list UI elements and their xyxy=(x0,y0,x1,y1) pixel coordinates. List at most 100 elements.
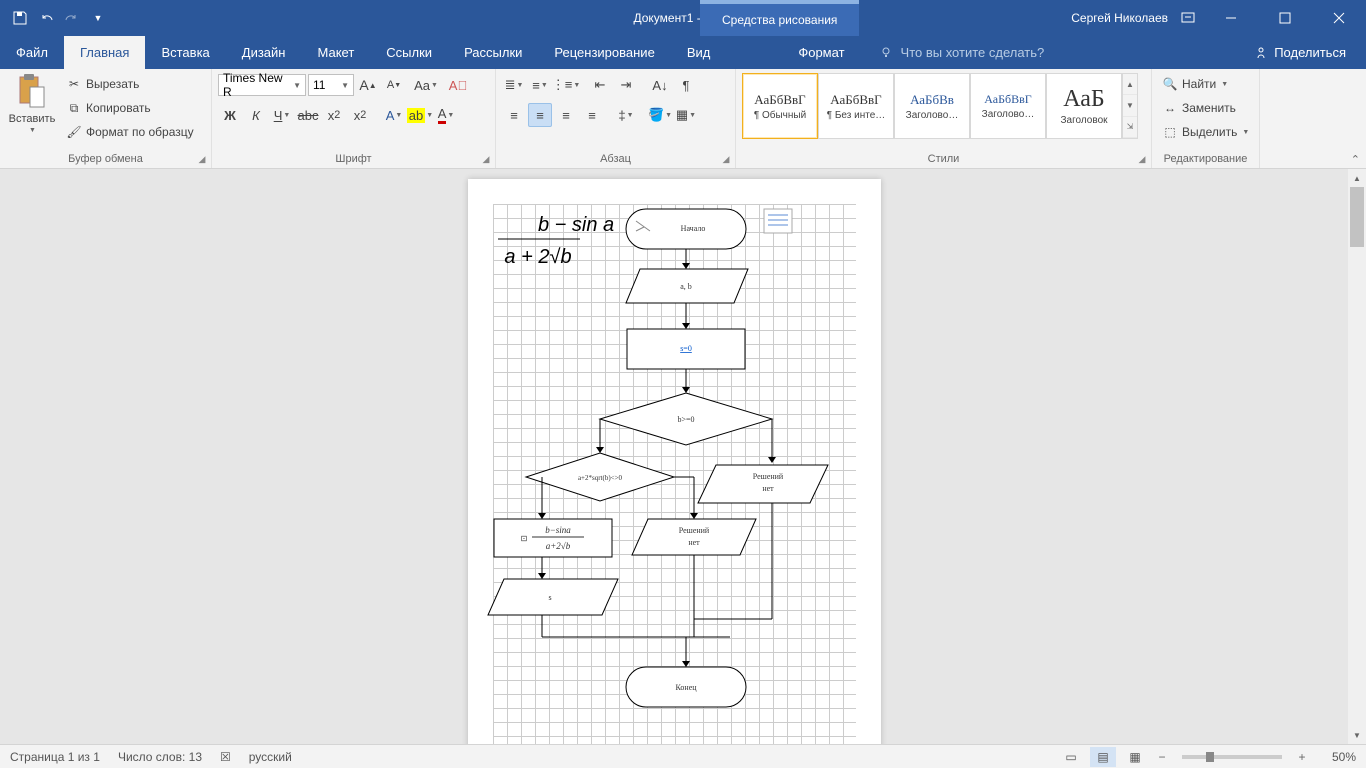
page[interactable]: b − sin a a + 2√b Начало a, b s= xyxy=(468,179,881,744)
select-button[interactable]: ⬚Выделить▼ xyxy=(1158,121,1253,143)
shape-start[interactable]: Начало xyxy=(626,209,746,249)
style-heading1[interactable]: АаБбВвЗаголово… xyxy=(894,73,970,139)
border-button[interactable]: ▦▼ xyxy=(674,103,698,127)
status-words[interactable]: Число слов: 13 xyxy=(118,750,202,764)
tab-mailings[interactable]: Рассылки xyxy=(448,36,538,69)
tab-file[interactable]: Файл xyxy=(0,36,64,69)
tab-references[interactable]: Ссылки xyxy=(370,36,448,69)
zoom-thumb[interactable] xyxy=(1206,752,1214,762)
zoom-out-button[interactable]: − xyxy=(1154,749,1170,765)
underline-button[interactable]: Ч▼ xyxy=(270,103,294,127)
tab-layout[interactable]: Макет xyxy=(301,36,370,69)
vertical-scrollbar[interactable]: ▲ ▼ xyxy=(1348,169,1366,744)
tab-design[interactable]: Дизайн xyxy=(226,36,302,69)
grow-font-button[interactable]: A▲ xyxy=(356,73,380,97)
styles-scroll[interactable]: ▲▼⇲ xyxy=(1122,73,1138,139)
subscript-button[interactable]: x2 xyxy=(322,103,346,127)
italic-button[interactable]: К xyxy=(244,103,268,127)
zoom-in-button[interactable]: + xyxy=(1294,749,1310,765)
show-marks-button[interactable]: ¶ xyxy=(674,73,698,97)
qa-customize-icon[interactable]: ▼ xyxy=(86,6,110,30)
bold-button[interactable]: Ж xyxy=(218,103,242,127)
minimize-button[interactable] xyxy=(1208,0,1254,36)
change-case-button[interactable]: Aa▼ xyxy=(414,73,438,97)
status-proofing-icon[interactable]: ☒ xyxy=(220,750,231,764)
save-icon[interactable] xyxy=(8,6,32,30)
tab-review[interactable]: Рецензирование xyxy=(538,36,670,69)
style-normal[interactable]: АаБбВвГ¶ Обычный xyxy=(742,73,818,139)
scroll-up-button[interactable]: ▲ xyxy=(1348,169,1366,187)
layout-options-icon[interactable] xyxy=(764,209,792,233)
sort-button[interactable]: A↓ xyxy=(648,73,672,97)
clipboard-group-label: Буфер обмена xyxy=(6,150,205,168)
text-effects-button[interactable]: A▼ xyxy=(382,103,406,127)
tab-insert[interactable]: Вставка xyxy=(145,36,225,69)
scroll-down-button[interactable]: ▼ xyxy=(1348,726,1366,744)
print-layout-button[interactable]: ▤ xyxy=(1090,747,1116,767)
tab-format[interactable]: Формат xyxy=(782,36,860,69)
align-center-button[interactable]: ≡ xyxy=(528,103,552,127)
close-button[interactable] xyxy=(1316,0,1362,36)
shape-assign[interactable]: s=0 xyxy=(627,329,745,369)
highlight-button[interactable]: ab▼ xyxy=(408,103,432,127)
bullet-list-button[interactable]: ≣▼ xyxy=(502,73,526,97)
user-name[interactable]: Сергей Николаев xyxy=(1071,11,1168,25)
share-button[interactable]: Поделиться xyxy=(1234,36,1366,69)
shape-no-solution-1[interactable]: Решений нет xyxy=(698,465,828,503)
status-page[interactable]: Страница 1 из 1 xyxy=(10,750,100,764)
style-title[interactable]: АаБЗаголовок xyxy=(1046,73,1122,139)
shape-end[interactable]: Конец xyxy=(626,667,746,707)
line-spacing-button[interactable]: ‡▼ xyxy=(614,103,638,127)
font-dialog-launcher[interactable]: ◢ xyxy=(479,152,493,166)
superscript-button[interactable]: x2 xyxy=(348,103,372,127)
font-name-combo[interactable]: Times New R▼ xyxy=(218,74,306,96)
number-list-button[interactable]: ≡▼ xyxy=(528,73,552,97)
clear-format-button[interactable]: A⃠ xyxy=(446,73,470,97)
undo-icon[interactable] xyxy=(34,6,58,30)
copy-button[interactable]: ⧉Копировать xyxy=(62,97,198,119)
font-color-button[interactable]: A▼ xyxy=(434,103,458,127)
styles-gallery[interactable]: АаБбВвГ¶ Обычный АаБбВвГ¶ Без инте… АаБб… xyxy=(742,73,1138,139)
paste-button[interactable]: Вставить ▼ xyxy=(6,73,58,134)
web-layout-button[interactable]: ▦ xyxy=(1122,747,1148,767)
strike-button[interactable]: abc xyxy=(296,103,320,127)
shape-decision2[interactable]: a+2*sqrt(b)<>0 xyxy=(526,453,674,501)
shape-no-solution-2[interactable]: Решений нет xyxy=(632,519,756,555)
shape-output[interactable]: s xyxy=(488,579,618,615)
align-right-button[interactable]: ≡ xyxy=(554,103,578,127)
shape-input[interactable]: a, b xyxy=(626,269,748,303)
multilevel-list-button[interactable]: ⋮≡▼ xyxy=(554,73,578,97)
status-language[interactable]: русский xyxy=(249,750,292,764)
format-painter-button[interactable]: 🖌Формат по образцу xyxy=(62,121,198,143)
paragraph-dialog-launcher[interactable]: ◢ xyxy=(719,152,733,166)
justify-button[interactable]: ≡ xyxy=(580,103,604,127)
maximize-button[interactable] xyxy=(1262,0,1308,36)
clipboard-dialog-launcher[interactable]: ◢ xyxy=(195,152,209,166)
tell-me-search[interactable]: Что вы хотите сделать? xyxy=(861,36,1235,69)
shrink-font-button[interactable]: A▼ xyxy=(382,73,406,97)
style-heading2[interactable]: АаБбВвГЗаголово… xyxy=(970,73,1046,139)
scissors-icon: ✂ xyxy=(66,76,82,92)
cut-button[interactable]: ✂Вырезать xyxy=(62,73,198,95)
tab-home[interactable]: Главная xyxy=(64,36,145,69)
flowchart[interactable]: b − sin a a + 2√b Начало a, b s= xyxy=(468,179,881,744)
zoom-level[interactable]: 50% xyxy=(1316,750,1356,764)
zoom-slider[interactable] xyxy=(1182,755,1282,759)
shading-button[interactable]: 🪣▼ xyxy=(648,103,672,127)
read-mode-button[interactable]: ▭ xyxy=(1058,747,1084,767)
scroll-thumb[interactable] xyxy=(1350,187,1364,247)
inc-indent-button[interactable]: ⇥ xyxy=(614,73,638,97)
find-button[interactable]: 🔍Найти▼ xyxy=(1158,73,1253,95)
style-no-spacing[interactable]: АаБбВвГ¶ Без инте… xyxy=(818,73,894,139)
styles-dialog-launcher[interactable]: ◢ xyxy=(1135,152,1149,166)
dec-indent-button[interactable]: ⇤ xyxy=(588,73,612,97)
ribbon-display-icon[interactable] xyxy=(1176,6,1200,30)
align-left-button[interactable]: ≡ xyxy=(502,103,526,127)
collapse-ribbon-button[interactable]: ⌃ xyxy=(1351,153,1360,166)
shape-decision1[interactable]: b>=0 xyxy=(600,393,772,445)
replace-button[interactable]: ↔Заменить xyxy=(1158,97,1253,119)
redo-icon[interactable] xyxy=(60,6,84,30)
tab-view[interactable]: Вид xyxy=(671,36,727,69)
font-size-combo[interactable]: 11▼ xyxy=(308,74,354,96)
shape-calc[interactable]: b−sina a+2√b ⊡ xyxy=(494,519,612,557)
